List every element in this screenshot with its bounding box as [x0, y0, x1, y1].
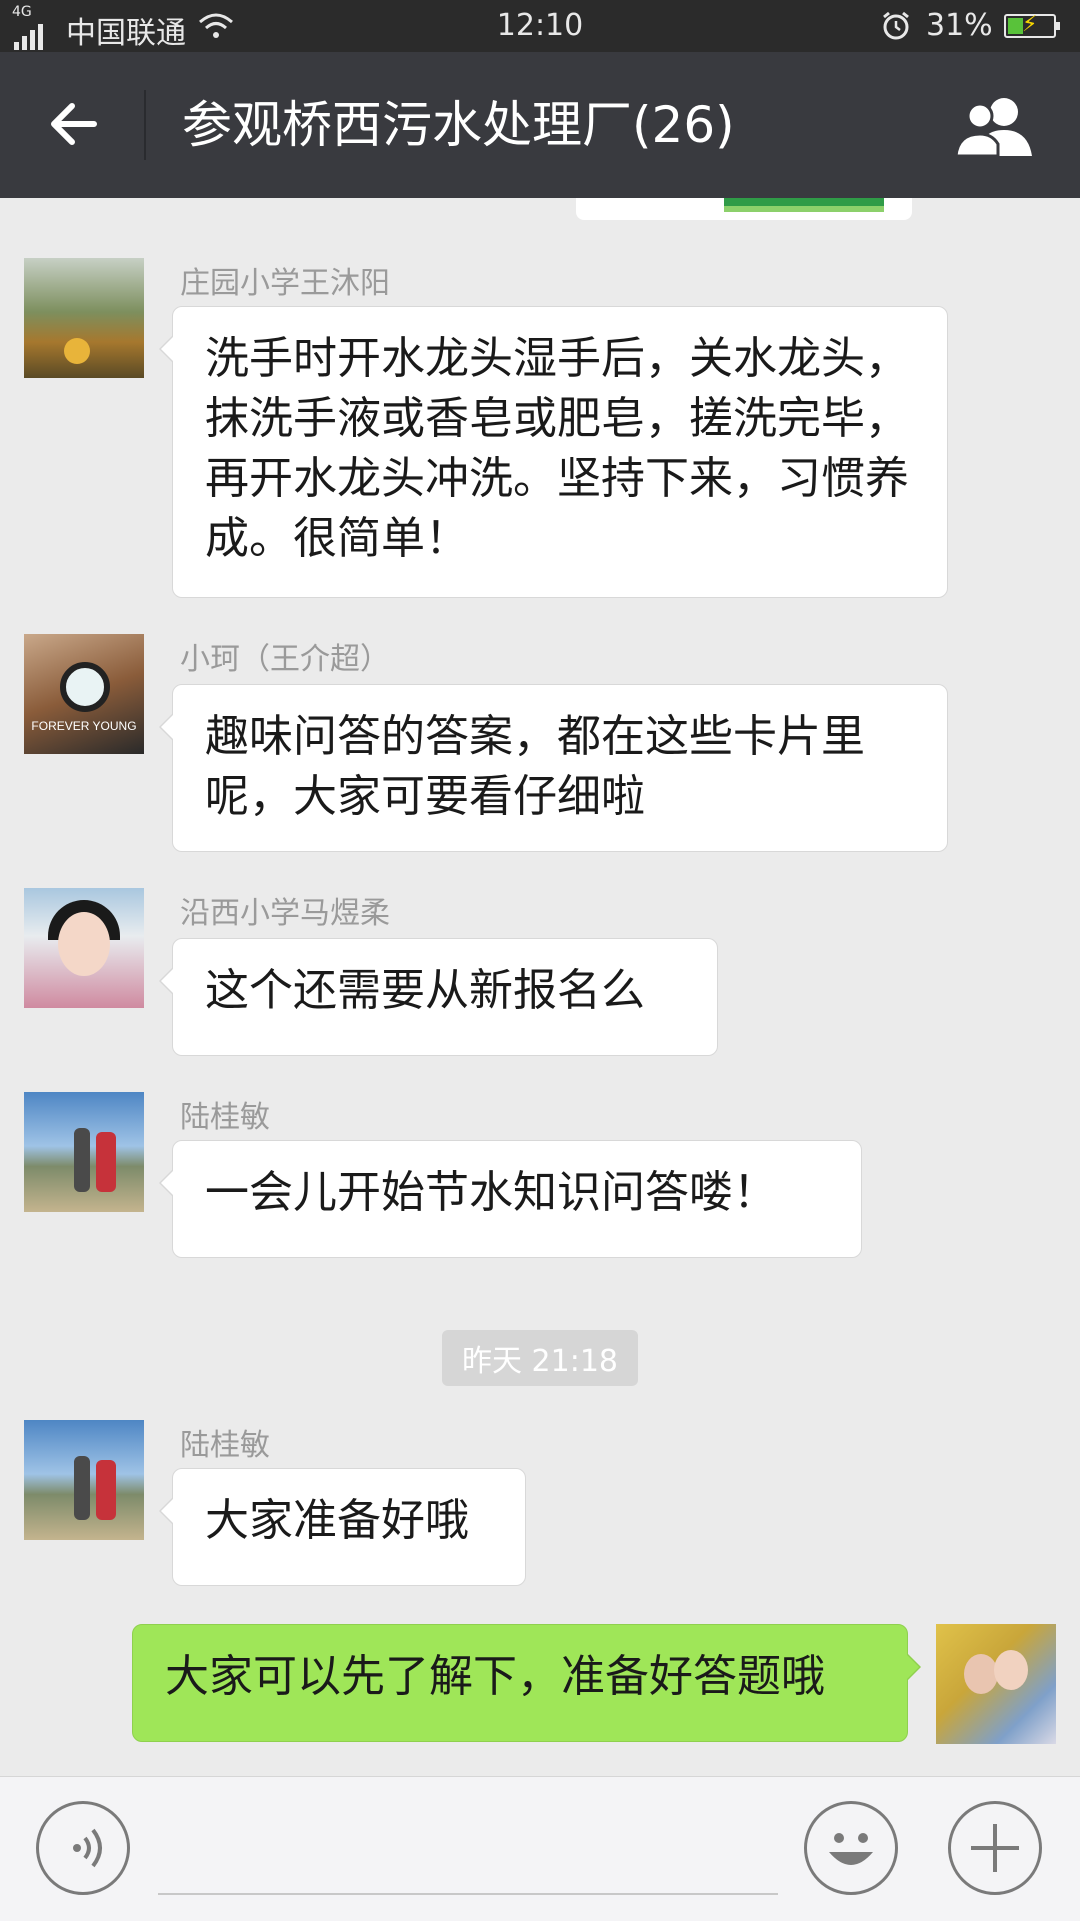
avatar-person: [74, 1456, 90, 1520]
status-time: 12:10: [496, 8, 584, 43]
avatar-face: [964, 1654, 998, 1694]
my-avatar[interactable]: [936, 1624, 1056, 1744]
avatar-person: [96, 1460, 116, 1520]
sender-name: 庄园小学王沐阳: [180, 266, 390, 301]
avatar-person: [74, 1128, 90, 1192]
avatar[interactable]: [24, 1420, 144, 1540]
status-bar: 4G 中国联通 12:10 31% ⚡: [0, 0, 1080, 52]
timestamp: 昨天 21:18: [442, 1330, 638, 1386]
alarm-icon: [883, 11, 909, 40]
input-bar: [0, 1776, 1080, 1921]
my-message-bubble[interactable]: 大家可以先了解下，准备好答题哦: [132, 1624, 921, 1742]
voice-button[interactable]: [36, 1801, 130, 1895]
avatar-face: [994, 1650, 1028, 1690]
avatar-face: [58, 912, 110, 976]
avatar[interactable]: [24, 258, 144, 378]
emoji-icon: [829, 1833, 873, 1865]
sender-name: 小珂（王介超）: [180, 642, 390, 677]
emoji-button[interactable]: [804, 1801, 898, 1895]
voice-icon: [73, 1828, 102, 1868]
chat-title: 参观桥西污水处理厂(26): [182, 96, 735, 154]
chat-area[interactable]: 庄园小学王沐阳 洗手时开水龙头湿手后，关水龙头，抹洗手液或香皂或肥皂，搓洗完毕，…: [0, 198, 1080, 1776]
timestamp-divider: 昨天 21:18: [0, 1330, 1080, 1386]
message-bubble[interactable]: 大家准备好哦: [159, 1468, 526, 1586]
card-image: [724, 198, 884, 212]
header-divider: [144, 90, 146, 160]
avatar[interactable]: [24, 1092, 144, 1212]
sender-name: 陆桂敏: [180, 1428, 270, 1463]
battery-icon: ⚡: [1004, 12, 1060, 38]
plus-icon: [971, 1824, 1019, 1872]
group-members-icon[interactable]: [952, 94, 1038, 158]
previous-card-message[interactable]: [576, 198, 912, 220]
more-button[interactable]: [948, 1801, 1042, 1895]
avatar-caption: FOREVER YOUNG: [31, 719, 137, 733]
chat-header: 参观桥西污水处理厂(26): [0, 52, 1080, 198]
input-underline: [158, 1893, 778, 1895]
avatar-person: [96, 1132, 116, 1192]
message-bubble[interactable]: 趣味问答的答案，都在这些卡片里呢，大家可要看仔细啦: [159, 684, 948, 852]
avatar[interactable]: [24, 888, 144, 1008]
message-bubble[interactable]: 一会儿开始节水知识问答喽！: [159, 1140, 862, 1258]
avatar[interactable]: FOREVER YOUNG: [24, 634, 144, 754]
sender-name: 陆桂敏: [180, 1100, 270, 1135]
message-bubble[interactable]: 这个还需要从新报名么: [159, 938, 718, 1056]
battery-percent: 31%: [926, 8, 993, 43]
back-arrow-icon[interactable]: [44, 94, 104, 154]
message-bubble[interactable]: 洗手时开水龙头湿手后，关水龙头，抹洗手液或香皂或肥皂，搓洗完毕，再开水龙头冲洗。…: [159, 306, 948, 598]
sender-name: 沿西小学马煜柔: [180, 896, 390, 931]
message-input[interactable]: [158, 1817, 782, 1889]
watch-icon: [60, 662, 110, 712]
